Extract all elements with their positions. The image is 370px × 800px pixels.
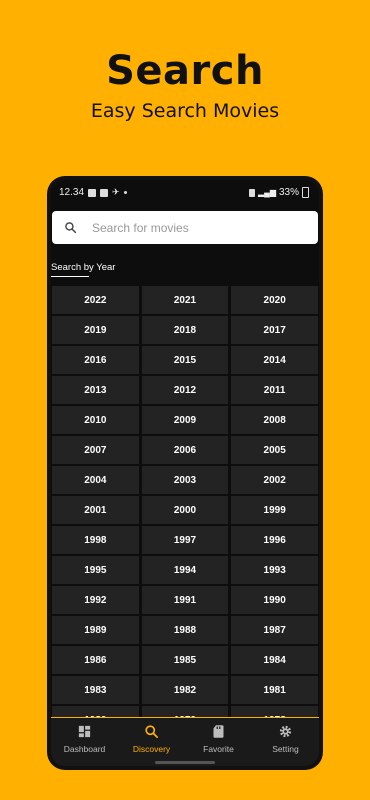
year-button[interactable]: 2005 xyxy=(231,436,318,464)
year-grid: 2022 2021 2020 2019 2018 2017 2016 2015 2014 2013… xyxy=(52,286,318,734)
year-button[interactable]: 2008 xyxy=(231,406,318,434)
search-input[interactable] xyxy=(92,220,292,235)
signal-icon: ▂▄▆ xyxy=(258,188,276,197)
status-time: 12.34 xyxy=(59,187,85,198)
year-button[interactable]: 2021 xyxy=(141,286,229,314)
year-button[interactable]: 2018 xyxy=(141,316,229,344)
year-button[interactable]: 2011 xyxy=(231,376,318,404)
bird-icon: ✈ xyxy=(112,187,120,197)
year-button[interactable]: 1992 xyxy=(52,586,139,614)
bottom-nav: Dashboard Discovery Favorite Setting xyxy=(51,717,319,766)
search-by-year-heading: Search by Year xyxy=(51,262,115,277)
year-button[interactable]: 2013 xyxy=(52,376,139,404)
battery-icon xyxy=(302,187,309,198)
year-button[interactable]: 1996 xyxy=(231,526,318,554)
nav-label-dashboard: Dashboard xyxy=(63,744,106,754)
search-icon xyxy=(64,221,92,234)
year-button[interactable]: 2007 xyxy=(52,436,139,464)
dot-icon xyxy=(123,191,127,194)
year-button[interactable]: 1998 xyxy=(52,526,139,554)
year-button[interactable]: 2009 xyxy=(141,406,229,434)
gear-icon xyxy=(278,724,293,741)
year-button[interactable]: 1985 xyxy=(141,646,229,674)
photo-icon xyxy=(100,188,109,197)
year-button[interactable]: 1988 xyxy=(141,616,229,644)
year-button[interactable]: 1981 xyxy=(231,676,318,704)
year-button[interactable]: 2010 xyxy=(52,406,139,434)
year-button[interactable]: 2002 xyxy=(231,466,318,494)
nav-label-favorite: Favorite xyxy=(203,744,234,754)
nav-item-discovery[interactable]: Discovery xyxy=(118,718,185,766)
year-button[interactable]: 2003 xyxy=(141,466,229,494)
year-button[interactable]: 1993 xyxy=(231,556,318,584)
dashboard-icon xyxy=(77,724,92,741)
search-icon xyxy=(144,724,159,741)
promo-title: Search xyxy=(106,48,264,94)
promo-subtitle: Easy Search Movies xyxy=(90,100,280,122)
year-button[interactable]: 2016 xyxy=(52,346,139,374)
phone-frame: 12.34 ✈ ▂▄▆ 33% Search by Year 202220212… xyxy=(47,176,323,770)
year-button[interactable]: 1990 xyxy=(231,586,318,614)
nav-item-favorite[interactable]: Favorite xyxy=(185,718,252,766)
year-button[interactable]: 2014 xyxy=(231,346,318,374)
year-button[interactable]: 1999 xyxy=(231,496,318,524)
year-button[interactable]: 2020 xyxy=(231,286,318,314)
year-button[interactable]: 2006 xyxy=(141,436,229,464)
year-button[interactable]: 2015 xyxy=(141,346,229,374)
year-button[interactable]: 1982 xyxy=(141,676,229,704)
year-button[interactable]: 1991 xyxy=(141,586,229,614)
year-button[interactable]: 1986 xyxy=(52,646,139,674)
status-bar: 12.34 ✈ ▂▄▆ 33% xyxy=(51,180,319,204)
year-button[interactable]: 2019 xyxy=(52,316,139,344)
year-button[interactable]: 1983 xyxy=(52,676,139,704)
gallery-icon xyxy=(88,188,97,197)
sd-card-icon xyxy=(211,724,226,741)
year-button[interactable]: 2000 xyxy=(141,496,229,524)
year-button[interactable]: 2017 xyxy=(231,316,318,344)
app-screen: 12.34 ✈ ▂▄▆ 33% Search by Year 202220212… xyxy=(51,180,319,766)
year-button[interactable]: 1989 xyxy=(52,616,139,644)
year-button[interactable]: 2004 xyxy=(52,466,139,494)
home-indicator xyxy=(155,761,215,764)
year-button[interactable]: 1994 xyxy=(141,556,229,584)
nav-item-setting[interactable]: Setting xyxy=(252,718,319,766)
year-button[interactable]: 2001 xyxy=(52,496,139,524)
year-button[interactable]: 1984 xyxy=(231,646,318,674)
nav-label-discovery: Discovery xyxy=(132,744,171,754)
year-button[interactable]: 2022 xyxy=(52,286,139,314)
year-button[interactable]: 2012 xyxy=(141,376,229,404)
battery-text: 33% xyxy=(278,187,299,198)
year-button[interactable]: 1987 xyxy=(231,616,318,644)
nav-item-dashboard[interactable]: Dashboard xyxy=(51,718,118,766)
year-button[interactable]: 1997 xyxy=(141,526,229,554)
alarm-icon xyxy=(249,188,255,197)
nav-label-setting: Setting xyxy=(272,744,299,754)
year-button[interactable]: 1995 xyxy=(52,556,139,584)
search-bar[interactable] xyxy=(52,211,318,244)
